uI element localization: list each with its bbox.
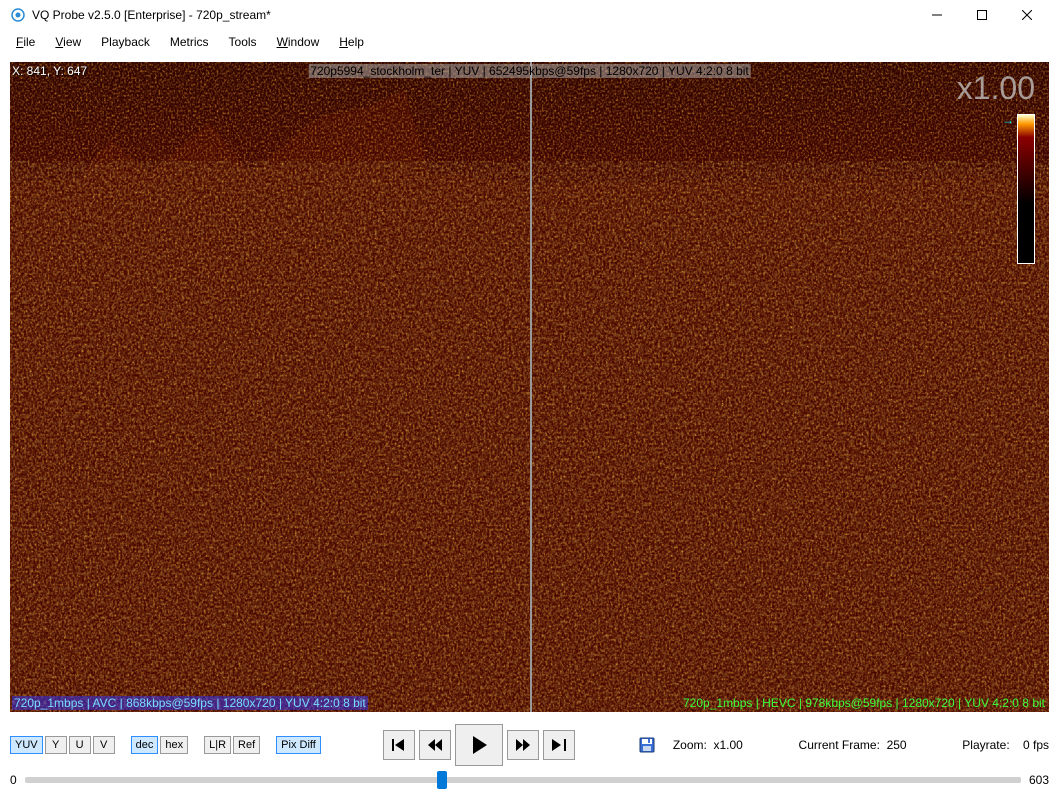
viewport[interactable]: X: 841, Y: 647 720p5994_stockholm_ter | … <box>10 62 1049 712</box>
window-title: VQ Probe v2.5.0 [Enterprise] - 720p_stre… <box>32 8 914 22</box>
reference-stream-label: 720p5994_stockholm_ter | YUV | 652495kbp… <box>308 64 751 78</box>
play-button[interactable] <box>455 724 503 766</box>
titlebar: VQ Probe v2.5.0 [Enterprise] - 720p_stre… <box>0 0 1059 30</box>
left-stream-label: 720p_1mbps | AVC | 868kbps@59fps | 1280x… <box>12 696 368 710</box>
split-divider[interactable] <box>530 62 532 712</box>
hex-button[interactable]: hex <box>160 736 188 754</box>
first-frame-button[interactable] <box>383 730 415 760</box>
y-button[interactable]: Y <box>45 736 67 754</box>
menu-metrics[interactable]: Metrics <box>160 33 219 51</box>
right-stream-label: 720p_1mbps | HEVC | 978kbps@59fps | 1280… <box>681 696 1047 710</box>
format-buttons: dec hex <box>131 736 189 754</box>
ref-button[interactable]: Ref <box>233 736 260 754</box>
yuv-button[interactable]: YUV <box>10 736 43 754</box>
window-controls <box>914 0 1049 30</box>
v-button[interactable]: V <box>93 736 115 754</box>
heatmap-colorbar <box>1017 114 1035 264</box>
menu-tools[interactable]: Tools <box>219 33 267 51</box>
menu-view[interactable]: View <box>45 33 91 51</box>
pixdiff-group: Pix Diff <box>276 736 321 754</box>
colorbar-marker-icon: → <box>1002 114 1014 126</box>
last-frame-button[interactable] <box>543 730 575 760</box>
view-mode-buttons: L|R Ref <box>204 736 260 754</box>
forward-button[interactable] <box>507 730 539 760</box>
menu-playback[interactable]: Playback <box>91 33 160 51</box>
timeline-row: 0 603 <box>0 770 1059 800</box>
zoom-status: Zoom: x1.00 <box>673 738 743 752</box>
zoom-overlay-label: x1.00 <box>957 70 1035 107</box>
playrate-status: Playrate: 0 fps <box>962 738 1049 752</box>
viewport-wrap: X: 841, Y: 647 720p5994_stockholm_ter | … <box>0 54 1059 716</box>
cursor-coord-label: X: 841, Y: 647 <box>12 64 87 78</box>
menu-help[interactable]: Help <box>329 33 374 51</box>
menubar: File View Playback Metrics Tools Window … <box>0 30 1059 54</box>
menu-window[interactable]: Window <box>267 33 330 51</box>
frame-status: Current Frame: 250 <box>799 738 907 752</box>
dec-button[interactable]: dec <box>131 736 159 754</box>
u-button[interactable]: U <box>69 736 91 754</box>
timeline-start-label: 0 <box>10 773 17 787</box>
colorspace-buttons: YUV Y U V <box>10 736 115 754</box>
maximize-button[interactable] <box>959 0 1004 30</box>
timeline-slider[interactable] <box>25 777 1021 783</box>
lr-button[interactable]: L|R <box>204 736 231 754</box>
pixdiff-button[interactable]: Pix Diff <box>276 736 321 754</box>
rewind-button[interactable] <box>419 730 451 760</box>
close-button[interactable] <box>1004 0 1049 30</box>
playback-controls <box>383 724 575 766</box>
save-button[interactable] <box>637 735 657 755</box>
app-icon <box>10 7 26 23</box>
menu-file[interactable]: File <box>6 33 45 51</box>
minimize-button[interactable] <box>914 0 959 30</box>
timeline-end-label: 603 <box>1029 773 1049 787</box>
controls-row: YUV Y U V dec hex L|R Ref Pix Diff Zoom:… <box>0 716 1059 770</box>
timeline-thumb[interactable] <box>437 771 447 789</box>
